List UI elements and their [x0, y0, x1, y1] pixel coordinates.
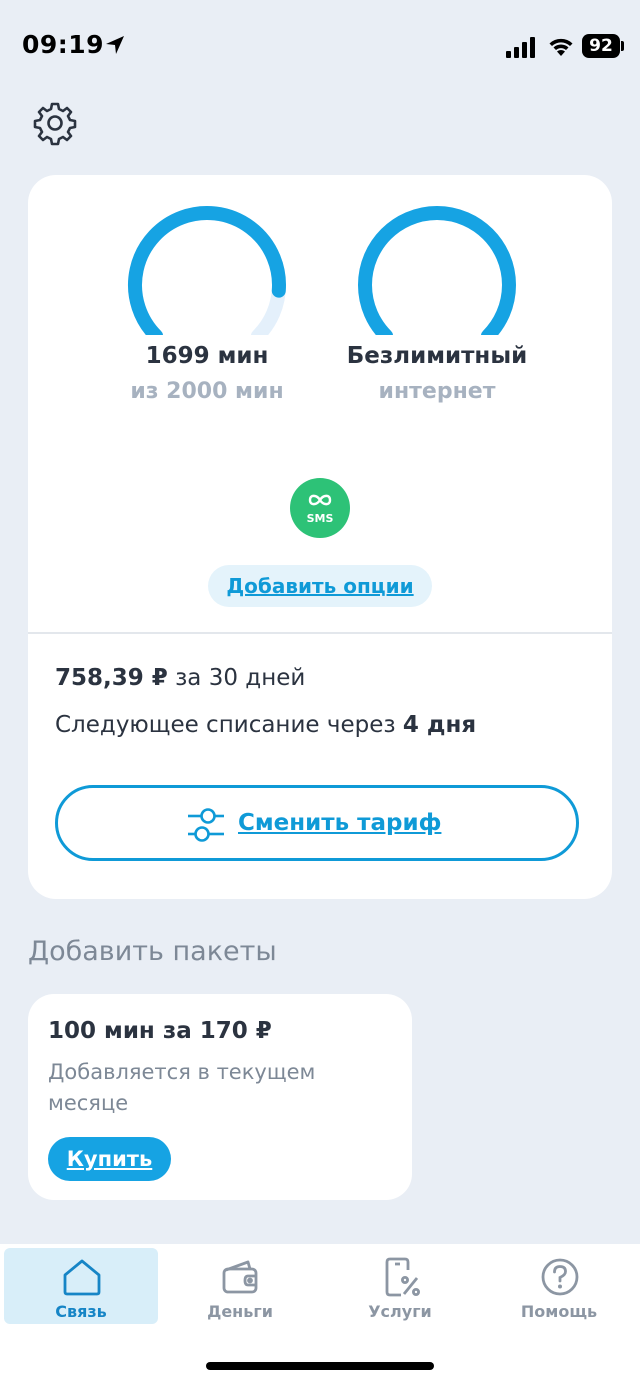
- tab-connection[interactable]: Связь: [4, 1248, 158, 1324]
- tab-label: Услуги: [368, 1302, 432, 1321]
- divider: [28, 632, 612, 634]
- next-charge-prefix: Следующее списание через: [55, 712, 403, 738]
- location-arrow-icon: [106, 36, 124, 54]
- package-card: 100 мин за 170 ₽ Добавляется в текущем м…: [28, 994, 412, 1200]
- tab-label: Помощь: [520, 1302, 598, 1321]
- home-icon: [63, 1259, 101, 1296]
- battery-indicator: 92: [582, 34, 620, 58]
- infinity-icon: [308, 494, 332, 506]
- tariff-card: 1699 мин из 2000 мин Безлимитный интерне…: [28, 175, 612, 899]
- tab-money[interactable]: Деньги: [163, 1248, 317, 1324]
- change-tariff-label: Сменить тариф: [238, 810, 442, 836]
- home-indicator: [206, 1362, 434, 1370]
- wifi-icon: [549, 38, 573, 56]
- status-time: 09:19: [22, 30, 105, 59]
- next-charge-line: Следующее списание через 4 дня: [55, 712, 476, 738]
- price-amount: 758,39 ₽: [55, 665, 168, 691]
- price-period: за 30 дней: [167, 665, 306, 691]
- change-tariff-button[interactable]: Сменить тариф: [55, 785, 579, 861]
- tab-label: Деньги: [207, 1302, 273, 1321]
- price-line: 758,39 ₽ за 30 дней: [55, 665, 305, 691]
- phone-percent-icon: [385, 1257, 421, 1297]
- buy-button[interactable]: Купить: [48, 1137, 171, 1181]
- add-options-button[interactable]: Добавить опции: [208, 565, 432, 607]
- internet-title: Безлимитный: [346, 343, 528, 369]
- add-packages-title: Добавить пакеты: [28, 936, 277, 967]
- minutes-remaining: 1699 мин: [145, 343, 269, 369]
- tariff-sliders-icon: [188, 808, 224, 842]
- tab-label: Связь: [55, 1302, 107, 1321]
- minutes-total: из 2000 мин: [130, 379, 284, 404]
- wallet-icon: [222, 1260, 258, 1294]
- internet-subtitle: интернет: [378, 379, 496, 404]
- next-charge-value: 4 дня: [402, 712, 477, 738]
- internet-gauge-fill: [358, 206, 516, 335]
- package-title: 100 мин за 170 ₽: [48, 1018, 272, 1044]
- tab-services[interactable]: Услуги: [323, 1248, 477, 1324]
- status-bar: 09:19 92: [0, 0, 640, 96]
- minutes-gauge-fill: [128, 206, 286, 335]
- gear-icon[interactable]: [30, 98, 80, 148]
- battery-tip: [621, 41, 624, 51]
- internet-gauge: [358, 206, 516, 335]
- sms-label: SMS: [306, 512, 334, 525]
- unlimited-sms-badge: SMS: [290, 478, 350, 538]
- package-description: Добавляется в текущем месяце: [48, 1060, 316, 1115]
- help-icon: [541, 1258, 579, 1296]
- cellular-signal-icon: [506, 37, 535, 58]
- minutes-gauge: [128, 206, 286, 335]
- tab-help[interactable]: Помощь: [482, 1248, 636, 1324]
